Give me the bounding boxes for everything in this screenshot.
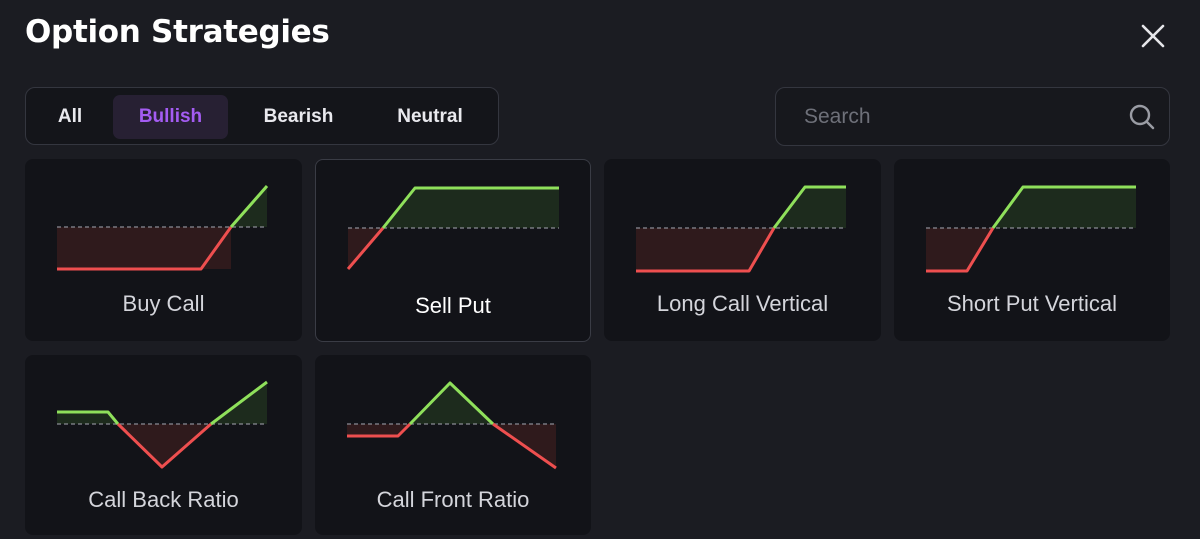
strategy-label: Sell Put xyxy=(415,293,491,318)
dialog-title: Option Strategies xyxy=(25,14,330,50)
search-box xyxy=(775,87,1170,146)
strategy-card-short-put-vertical[interactable]: Short Put Vertical xyxy=(894,159,1170,341)
close-button[interactable] xyxy=(1137,20,1169,52)
strategy-card-sell-put[interactable]: Sell Put xyxy=(315,159,591,342)
tab-bullish[interactable]: Bullish xyxy=(113,95,228,139)
strategy-card-call-front-ratio[interactable]: Call Front Ratio xyxy=(315,355,591,535)
strategy-card-buy-call[interactable]: Buy Call xyxy=(25,159,302,341)
strategy-label: Buy Call xyxy=(122,291,205,316)
tab-bearish[interactable]: Bearish xyxy=(241,95,356,139)
close-icon xyxy=(1141,24,1165,48)
tab-neutral[interactable]: Neutral xyxy=(369,95,491,139)
strategy-card-long-call-vertical[interactable]: Long Call Vertical xyxy=(604,159,881,341)
search-icon[interactable] xyxy=(1128,103,1156,131)
filter-tabs: All Bullish Bearish Neutral xyxy=(25,87,499,145)
strategy-label: Long Call Vertical xyxy=(656,291,829,316)
strategy-label: Short Put Vertical xyxy=(947,291,1117,316)
strategy-label: Call Back Ratio xyxy=(88,487,239,512)
tab-all[interactable]: All xyxy=(40,95,100,139)
search-input[interactable] xyxy=(804,100,1104,134)
strategy-card-call-back-ratio[interactable]: Call Back Ratio xyxy=(25,355,302,535)
strategy-label: Call Front Ratio xyxy=(376,487,530,512)
